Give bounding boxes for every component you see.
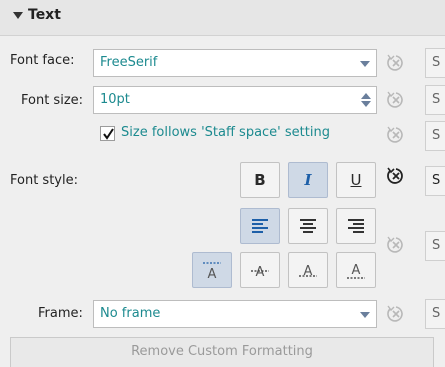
bold-icon: B [254,171,266,189]
font-size-spin-buttons[interactable] [356,87,376,113]
valign-center-icon: A [251,265,269,280]
section-title: Text [28,7,61,23]
align-right-button[interactable] [336,208,376,244]
valign-center-button[interactable]: A [240,252,280,288]
font-face-value: FreeSerif [100,55,158,70]
reset-size-follows-button[interactable] [382,121,410,149]
set-style-font-face-button[interactable]: S [425,48,445,78]
remove-custom-formatting-label: Remove Custom Formatting [131,344,313,359]
font-style-label: Font style: [10,173,78,188]
font-size-spinbox[interactable]: 10pt [93,86,377,114]
align-center-icon [300,219,316,233]
underline-button[interactable]: U [336,162,376,198]
reset-frame-button[interactable] [382,300,410,328]
frame-value: No frame [100,306,161,321]
reset-icon [387,126,403,143]
valign-bottom-icon: A [347,263,365,279]
reset-icon [387,167,403,184]
font-face-combobox[interactable]: FreeSerif [93,49,377,77]
svg-text:A: A [352,263,361,278]
reset-font-size-button[interactable] [382,86,410,114]
reset-font-style-button[interactable] [382,162,410,190]
reset-icon [387,305,403,322]
valign-top-button[interactable]: A [192,252,232,288]
svg-text:A: A [304,264,313,279]
font-size-value: 10pt [100,92,130,107]
set-style-font-style-button[interactable]: S [425,166,445,196]
valign-baseline-icon: A [299,264,317,279]
collapse-triangle-icon[interactable] [13,12,23,19]
italic-icon: I [304,171,312,189]
valign-baseline-button[interactable]: A [288,252,328,288]
valign-top-icon: A [203,262,221,280]
align-center-button[interactable] [288,208,328,244]
frame-label: Frame: [38,306,83,321]
valign-bottom-button[interactable]: A [336,252,376,288]
set-style-alignment-button[interactable]: S [425,231,445,261]
italic-button[interactable]: I [288,162,328,198]
align-left-button[interactable] [240,208,280,244]
size-follows-label: Size follows 'Staff space' setting [121,125,330,140]
chevron-down-icon [360,61,370,67]
underline-icon: U [350,171,362,189]
font-face-label: Font face: [10,53,75,68]
set-style-frame-button[interactable]: S [425,299,445,329]
chevron-down-icon [360,312,370,318]
spin-up-icon [361,93,371,99]
set-style-size-follows-button[interactable]: S [425,121,445,151]
checkmark-icon [103,128,114,140]
text-section-header[interactable]: Text [0,0,445,36]
reset-alignment-button[interactable] [382,231,410,259]
font-face-dropdown-button[interactable] [354,50,376,76]
reset-icon [387,236,403,253]
align-right-icon [348,219,364,233]
reset-icon [387,91,403,108]
bold-button[interactable]: B [240,162,280,198]
svg-text:A: A [208,267,217,280]
frame-dropdown-button[interactable] [354,301,376,327]
svg-text:A: A [256,265,265,280]
align-left-icon [252,219,268,233]
reset-icon [387,54,403,71]
spin-down-icon [361,101,371,107]
set-style-font-size-button[interactable]: S [425,85,445,115]
frame-combobox[interactable]: No frame [93,300,377,328]
font-size-label: Font size: [21,93,84,108]
reset-font-face-button[interactable] [382,49,410,77]
size-follows-checkbox[interactable] [100,126,115,141]
